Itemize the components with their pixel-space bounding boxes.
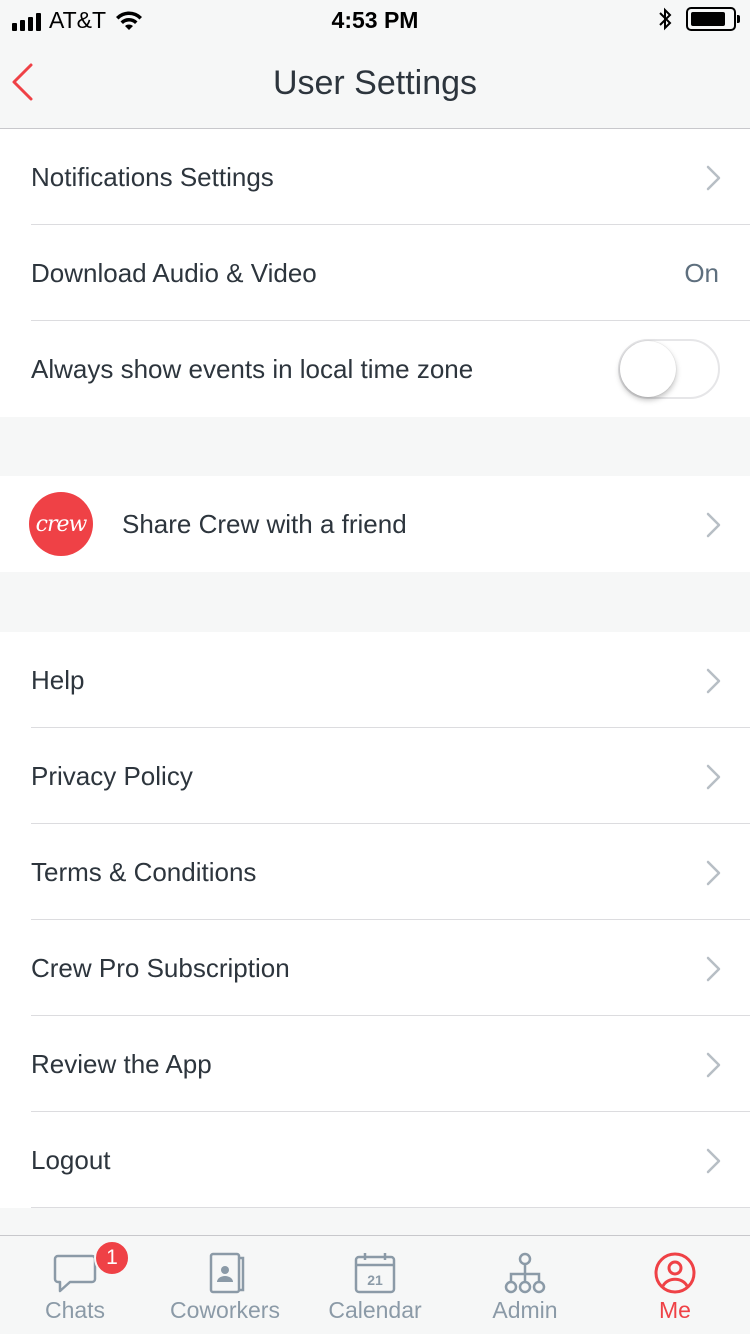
tab-coworkers-label: Coworkers	[170, 1297, 280, 1323]
tab-admin-label: Admin	[492, 1297, 558, 1323]
tab-chats-label: Chats	[44, 1297, 106, 1323]
chevron-right-icon	[706, 764, 721, 790]
chevron-right-icon	[706, 512, 721, 538]
share-crew-label: Share Crew with a friend	[122, 508, 407, 539]
tab-coworkers[interactable]: Coworkers	[150, 1236, 300, 1334]
share-crew-row[interactable]: crew Share Crew with a friend	[0, 476, 750, 572]
tab-me-label: Me	[659, 1297, 691, 1323]
page-title: User Settings	[272, 64, 478, 102]
download-audio-video-label: Download Audio & Video	[31, 257, 317, 288]
links-group: Help Privacy Policy Terms & Conditions C…	[0, 632, 750, 1208]
chat-bubble-icon	[53, 1254, 97, 1293]
toggle-knob	[620, 341, 676, 397]
notifications-settings-row[interactable]: Notifications Settings	[0, 129, 750, 225]
crew-logo: crew	[29, 492, 93, 556]
screen: AT&T 4:53 PM User Settings Notifications…	[0, 0, 750, 1334]
profile-icon	[654, 1252, 696, 1294]
tab-admin[interactable]: Admin	[450, 1236, 600, 1334]
org-chart-icon	[504, 1252, 546, 1294]
calendar-icon: 21	[354, 1253, 396, 1294]
terms-conditions-row[interactable]: Terms & Conditions	[0, 824, 750, 920]
battery-icon	[686, 7, 740, 31]
review-app-row[interactable]: Review the App	[0, 1016, 750, 1112]
download-audio-video-row[interactable]: Download Audio & Video On	[0, 225, 750, 321]
calendar-day-number: 21	[367, 1272, 383, 1288]
crew-pro-subscription-row[interactable]: Crew Pro Subscription	[0, 920, 750, 1016]
bluetooth-icon	[659, 7, 672, 31]
help-row[interactable]: Help	[0, 632, 750, 728]
terms-conditions-label: Terms & Conditions	[31, 856, 257, 887]
navigation-bar: User Settings	[0, 40, 750, 129]
local-time-zone-toggle[interactable]	[618, 339, 720, 399]
tab-bar: Chats 1 Coworkers 21 Calendar Admin Me	[0, 1235, 750, 1334]
download-audio-video-value: On	[684, 257, 719, 288]
settings-group: Notifications Settings Download Audio & …	[0, 129, 750, 417]
privacy-policy-row[interactable]: Privacy Policy	[0, 728, 750, 824]
status-time: 4:53 PM	[331, 7, 419, 33]
status-bar: AT&T 4:53 PM	[0, 0, 750, 40]
chevron-right-icon	[706, 1148, 721, 1174]
tab-calendar[interactable]: 21 Calendar	[300, 1236, 450, 1334]
status-right	[658, 7, 740, 31]
unread-badge: 1	[94, 1240, 130, 1276]
review-app-label: Review the App	[31, 1048, 212, 1079]
chevron-right-icon	[706, 1052, 721, 1078]
logout-label: Logout	[31, 1144, 111, 1175]
tab-me[interactable]: Me	[600, 1236, 750, 1334]
notifications-settings-label: Notifications Settings	[31, 161, 274, 192]
tab-calendar-label: Calendar	[328, 1297, 422, 1323]
share-group: crew Share Crew with a friend	[0, 476, 750, 572]
chevron-right-icon	[706, 165, 721, 191]
crew-pro-subscription-label: Crew Pro Subscription	[31, 952, 290, 983]
logout-row[interactable]: Logout	[0, 1112, 750, 1208]
tab-chats[interactable]: Chats 1	[0, 1236, 150, 1334]
chevron-right-icon	[706, 860, 721, 886]
chevron-right-icon	[706, 956, 721, 982]
local-time-zone-label: Always show events in local time zone	[31, 353, 474, 384]
local-time-zone-row: Always show events in local time zone	[0, 321, 750, 417]
privacy-policy-label: Privacy Policy	[31, 760, 193, 791]
help-label: Help	[31, 664, 85, 695]
chevron-right-icon	[706, 668, 721, 694]
contact-card-icon	[209, 1252, 245, 1294]
